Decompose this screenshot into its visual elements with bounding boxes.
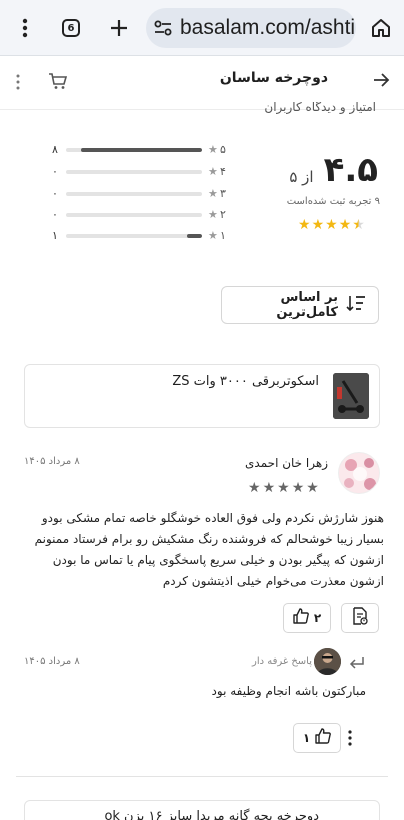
star-icon: ★ [306,480,319,496]
site-settings-icon[interactable] [146,8,180,48]
tab-switcher-button[interactable]: 6 [52,8,90,48]
review-stars: ★ ★ ★ ★ ★ [248,480,319,496]
star-icon: ★ [298,217,311,233]
review-author: زهرا خان احمدی [245,456,328,470]
distribution-star-label: ۱ [220,229,226,242]
star-icon: ★ [208,208,218,221]
sort-icon [346,294,366,316]
new-tab-icon[interactable] [100,8,138,48]
star-icon: ★ [325,217,338,233]
distribution-star-label: ۲ [220,208,226,221]
distribution-count: ۰ [52,187,58,200]
page-title: دوچرخه ساسان [219,70,328,86]
star-icon: ★ [208,165,218,178]
home-icon[interactable] [362,8,400,48]
more-vert-icon[interactable] [6,8,44,48]
browser-toolbar: 6 basalam.com/ashti [0,0,404,56]
distribution-fill [187,234,202,238]
star-icon: ★ [338,217,352,233]
cart-icon[interactable] [48,72,68,94]
distribution-bar [66,148,202,152]
distribution-row: ۰ ★ ۴ [48,164,234,180]
more-icon[interactable] [16,74,20,94]
distribution-row: ۸ ★ ۵ [48,142,234,158]
product-name: اسکوتربرقی ۳۰۰۰ وات ZS [172,374,319,389]
star-icon: ★ [352,217,365,233]
distribution-star-label: ۴ [220,165,226,178]
sort-label: بر اساس کامل‌ترین [276,290,338,320]
distribution-row: ۰ ★ ۲ [48,207,234,223]
review-date: ۸ مرداد ۱۴۰۵ [24,456,80,467]
address-bar[interactable]: basalam.com/ashti [146,8,356,48]
more-icon[interactable] [348,730,352,750]
star-icon: ★ [291,480,305,496]
like-count: ۲ [313,611,322,625]
review-text: هنوز شارژش نکردم ولی فوق العاده خوشگلو خ… [34,511,384,588]
seller-label: پاسخ غرفه دار [252,656,312,667]
reply-like-button[interactable]: ۱ [293,723,341,753]
product-name: دوچرخه بچه گانه مریدا سایز ۱۶ بزن ok [104,809,319,820]
product-thumbnail [333,373,369,419]
distribution-row: ۱ ★ ۱ [48,228,234,244]
distribution-row: ۰ ★ ۳ [48,186,234,202]
distribution-count: ۱ [52,229,58,242]
distribution-count: ۰ [52,165,58,178]
distribution-bar [66,170,202,174]
tab-count: 6 [62,19,80,37]
report-icon [352,607,368,629]
url-text: basalam.com/ashti [180,16,356,39]
like-button[interactable]: ۲ [283,603,331,633]
like-icon [293,608,309,628]
star-icon: ★ [277,480,290,496]
section-heading: امتیاز و دیدگاه کاربران [264,102,376,114]
average-stars: ★ ★ ★ ★ ★ [298,217,365,233]
star-icon: ★ [208,187,218,200]
divider [16,776,388,777]
distribution-fill [80,148,202,152]
distribution-bar [66,213,202,217]
avatar [338,452,380,494]
distribution-star-label: ۵ [220,143,226,156]
distribution-bar [66,234,202,238]
star-icon: ★ [208,143,218,156]
rating-count: ۹ تجربه ثبت شده‌است [286,196,380,207]
product-card[interactable]: دوچرخه بچه گانه مریدا سایز ۱۶ بزن ok [24,800,380,820]
distribution-count: ۸ [52,143,58,156]
distribution-count: ۰ [52,208,58,221]
star-icon: ★ [262,480,276,496]
score-value: ۴.۵ [323,150,378,190]
reply-like-count: ۱ [302,731,311,745]
reply-arrow-icon [349,655,365,674]
score-max: از ۵ [289,168,314,186]
star-icon: ★ [311,217,325,233]
rating-score: ۴.۵ از ۵ [289,150,378,190]
back-arrow-icon[interactable] [372,71,390,93]
seller-avatar [314,648,341,675]
report-button[interactable] [341,603,379,633]
reply-date: ۸ مرداد ۱۴۰۵ [24,656,80,667]
product-card[interactable]: اسکوتربرقی ۳۰۰۰ وات ZS [24,364,380,428]
like-icon [315,728,332,748]
star-icon: ★ [208,229,218,242]
distribution-star-label: ۳ [220,187,226,200]
sort-button[interactable]: بر اساس کامل‌ترین [221,286,379,324]
reply-text: مبارکتون باشه انجام وظیفه بود [211,684,366,698]
star-icon: ★ [248,480,261,496]
distribution-bar [66,192,202,196]
